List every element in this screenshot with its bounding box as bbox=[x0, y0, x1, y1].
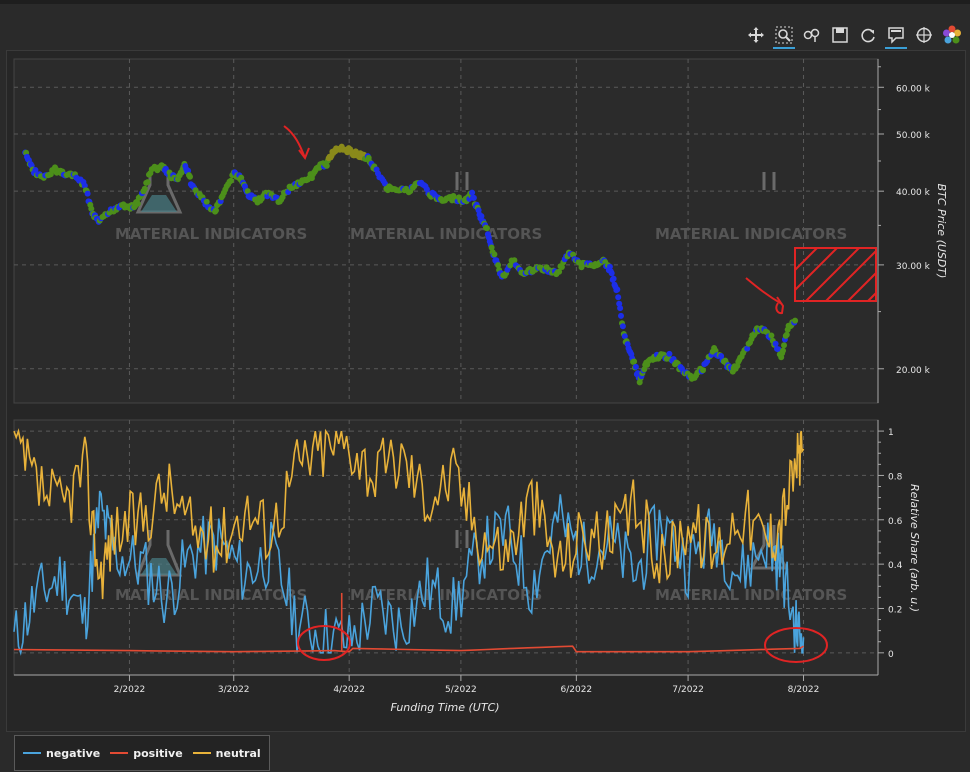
tick-label: 30.00 k bbox=[896, 262, 931, 272]
share-plot-area bbox=[13, 419, 879, 676]
chart-canvas[interactable]: MATERIAL INDICATORS MATERIAL INDICATORS … bbox=[0, 0, 970, 772]
price-point bbox=[614, 286, 621, 293]
tick-label: 8/2022 bbox=[788, 685, 820, 695]
price-point bbox=[772, 340, 779, 347]
tick-label: 4/2022 bbox=[333, 685, 365, 695]
tick-label: 0.2 bbox=[888, 605, 902, 615]
watermark-text: MATERIAL INDICATORS bbox=[115, 225, 307, 243]
price-y-axis: 20.00 k 30.00 k 40.00 k 50.00 k 60.00 k bbox=[877, 59, 931, 403]
price-y-axis-label: BTC Price (USDT) bbox=[935, 184, 948, 279]
price-point bbox=[213, 207, 219, 214]
share-y-axis: 0 0.2 0.4 0.6 0.8 1 bbox=[877, 420, 903, 675]
price-point bbox=[227, 177, 234, 184]
price-point bbox=[792, 317, 799, 324]
watermark-text: MATERIAL INDICATORS bbox=[115, 586, 307, 604]
tick-label: 0.4 bbox=[888, 561, 903, 571]
tick-label: 40.00 k bbox=[896, 188, 931, 198]
price-point bbox=[323, 162, 330, 169]
price-point bbox=[608, 270, 615, 277]
legend-item-negative[interactable]: negative bbox=[23, 747, 100, 760]
tick-label: 1 bbox=[888, 428, 894, 438]
watermark-top: MATERIAL INDICATORS MATERIAL INDICATORS … bbox=[115, 225, 847, 243]
tick-label: 60.00 k bbox=[896, 84, 931, 94]
price-point bbox=[144, 179, 151, 186]
price-point bbox=[203, 198, 210, 205]
legend-label: negative bbox=[46, 746, 101, 760]
tick-label: 3/2022 bbox=[218, 685, 250, 695]
price-point bbox=[615, 294, 622, 301]
tick-label: 2/2022 bbox=[114, 685, 146, 695]
price-point bbox=[700, 367, 706, 374]
watermark-text: MATERIAL INDICATORS bbox=[350, 225, 542, 243]
tick-label: 0 bbox=[888, 650, 894, 660]
legend-item-neutral[interactable]: neutral bbox=[192, 746, 261, 760]
price-point bbox=[666, 350, 673, 357]
price-point bbox=[469, 189, 476, 196]
price-point bbox=[84, 190, 91, 197]
legend-label: neutral bbox=[215, 746, 261, 760]
watermark-bottom: MATERIAL INDICATORS MATERIAL INDICATORS … bbox=[115, 586, 847, 604]
tick-label: 0.8 bbox=[888, 472, 903, 482]
price-point bbox=[768, 332, 775, 339]
watermark-text: MATERIAL INDICATORS bbox=[655, 586, 847, 604]
legend-item-positive[interactable]: positive bbox=[110, 746, 183, 760]
price-point bbox=[781, 342, 787, 349]
price-point bbox=[478, 213, 485, 220]
price-point bbox=[618, 312, 624, 319]
tick-label: 20.00 k bbox=[896, 366, 931, 376]
legend-swatch-positive bbox=[110, 752, 129, 754]
x-axis: 2/2022 3/2022 4/2022 5/2022 6/2022 7/2022 8/20… bbox=[14, 674, 878, 695]
tick-label: 0.6 bbox=[888, 517, 903, 527]
legend-swatch-neutral bbox=[192, 752, 211, 754]
share-y-axis-label: Relative Share (arb. u.) bbox=[908, 484, 921, 612]
price-point bbox=[619, 323, 626, 330]
price-point bbox=[783, 331, 790, 338]
price-point bbox=[610, 275, 617, 282]
tick-label: 50.00 k bbox=[896, 131, 931, 141]
price-point bbox=[632, 363, 639, 370]
price-point bbox=[631, 358, 638, 365]
price-point bbox=[780, 347, 786, 354]
legend-label: positive bbox=[133, 746, 183, 760]
price-point bbox=[617, 305, 624, 312]
tick-label: 7/2022 bbox=[672, 685, 704, 695]
price-point bbox=[491, 251, 498, 258]
chart-legend: negative positive neutral bbox=[14, 735, 270, 771]
legend-swatch-negative bbox=[23, 752, 41, 754]
price-point bbox=[134, 200, 141, 207]
price-point bbox=[141, 185, 148, 192]
x-axis-label: Funding Time (UTC) bbox=[390, 701, 499, 714]
price-point bbox=[187, 173, 193, 180]
watermark-text: MATERIAL INDICATORS bbox=[655, 225, 847, 243]
price-point bbox=[484, 225, 490, 232]
tick-label: 6/2022 bbox=[561, 685, 593, 695]
price-point bbox=[470, 194, 477, 201]
tick-label: 5/2022 bbox=[445, 685, 477, 695]
